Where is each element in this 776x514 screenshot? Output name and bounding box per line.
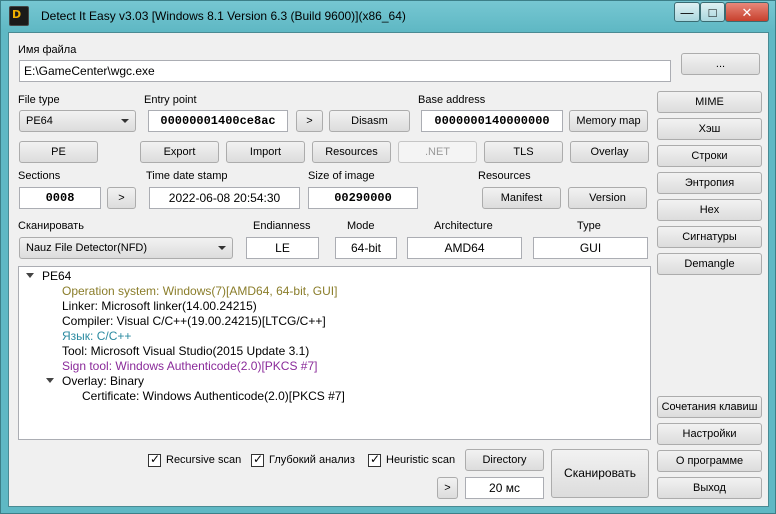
hash-button[interactable]: Хэш — [657, 118, 762, 140]
deep-scan-checkbox[interactable]: ✓ — [251, 452, 264, 467]
scan-engine-value: Nauz File Detector(NFD) — [26, 242, 148, 254]
type-field[interactable]: GUI — [533, 237, 648, 259]
expand-arrow-icon[interactable] — [46, 378, 54, 383]
client-area: Имя файла E:\GameCenter\wgc.exe ... File… — [8, 32, 769, 507]
base-address-field[interactable]: 0000000140000000 — [421, 110, 563, 132]
tree-item-root[interactable]: PE64 — [42, 269, 71, 284]
mode-label: Mode — [347, 220, 375, 232]
scan-time-field: 20 мс — [465, 477, 544, 499]
strings-button[interactable]: Строки — [657, 145, 762, 167]
tree-item-overlay[interactable]: Overlay: Binary — [62, 374, 144, 389]
chevron-down-icon — [121, 119, 129, 123]
endianness-field[interactable]: LE — [246, 237, 319, 259]
demangle-button[interactable]: Demangle — [657, 253, 762, 275]
check-icon: ✓ — [370, 452, 381, 466]
disasm-button[interactable]: Disasm — [329, 110, 410, 132]
entry-point-label: Entry point — [144, 94, 197, 106]
app-icon: D — [9, 6, 29, 26]
tls-button[interactable]: TLS — [484, 141, 563, 163]
scan-button[interactable]: Сканировать — [551, 449, 649, 498]
type-label: Type — [577, 220, 601, 232]
resources-label: Resources — [478, 170, 531, 182]
memory-map-button[interactable]: Memory map — [569, 110, 648, 132]
tree-item-certificate[interactable]: Certificate: Windows Authenticode(2.0)[P… — [82, 389, 345, 404]
tree-item-language[interactable]: Язык: C/C++ — [62, 329, 131, 344]
main-window: D Detect It Easy v3.03 [Windows 8.1 Vers… — [0, 0, 776, 514]
tree-item-compiler[interactable]: Compiler: Visual C/C++(19.00.24215)[LTCG… — [62, 314, 326, 329]
settings-button[interactable]: Настройки — [657, 423, 762, 445]
timestamp-label: Time date stamp — [146, 170, 228, 182]
file-type-value: PE64 — [26, 115, 53, 127]
entropy-button[interactable]: Энтропия — [657, 172, 762, 194]
sections-go-button[interactable]: > — [107, 187, 136, 209]
architecture-field[interactable]: AMD64 — [407, 237, 522, 259]
tree-item-os[interactable]: Operation system: Windows(7)[AMD64, 64-b… — [62, 284, 337, 299]
maximize-button[interactable]: □ — [700, 2, 725, 22]
recursive-scan-checkbox[interactable]: ✓ — [148, 452, 161, 467]
net-button[interactable]: .NET — [398, 141, 477, 163]
entry-point-field[interactable]: 00000001400ce8ac — [148, 110, 288, 132]
close-button[interactable]: ✕ — [725, 2, 769, 22]
resources-button[interactable]: Resources — [312, 141, 391, 163]
entry-point-go-button[interactable]: > — [296, 110, 323, 132]
heuristic-scan-label[interactable]: Heuristic scan — [386, 454, 455, 466]
mode-field[interactable]: 64-bit — [335, 237, 397, 259]
file-name-label: Имя файла — [18, 44, 77, 56]
image-size-label: Size of image — [308, 170, 375, 182]
tree-item-sign-tool[interactable]: Sign tool: Windows Authenticode(2.0)[PKC… — [62, 359, 317, 374]
check-icon: ✓ — [150, 452, 161, 466]
results-tree[interactable]: PE64 Operation system: Windows(7)[AMD64,… — [18, 266, 651, 440]
directory-button[interactable]: Directory — [465, 449, 544, 471]
file-path-input[interactable]: E:\GameCenter\wgc.exe — [19, 60, 671, 82]
signatures-button[interactable]: Сигнатуры — [657, 226, 762, 248]
expand-arrow-icon[interactable] — [26, 273, 34, 278]
chevron-down-icon — [218, 246, 226, 250]
scan-engine-select[interactable]: Nauz File Detector(NFD) — [19, 237, 233, 259]
recursive-scan-label[interactable]: Recursive scan — [166, 454, 241, 466]
check-icon: ✓ — [253, 452, 264, 466]
tree-item-linker[interactable]: Linker: Microsoft linker(14.00.24215) — [62, 299, 257, 314]
version-button[interactable]: Version — [568, 187, 647, 209]
app-icon-letter: D — [12, 8, 22, 21]
tree-item-tool[interactable]: Tool: Microsoft Visual Studio(2015 Updat… — [62, 344, 309, 359]
deep-scan-label[interactable]: Глубокий анализ — [269, 454, 355, 466]
mime-button[interactable]: MIME — [657, 91, 762, 113]
architecture-label: Architecture — [434, 220, 493, 232]
overlay-button[interactable]: Overlay — [570, 141, 649, 163]
shortcuts-button[interactable]: Сочетания клавиш — [657, 396, 762, 418]
file-type-label: File type — [18, 94, 60, 106]
image-size-field[interactable]: 00290000 — [308, 187, 418, 209]
timestamp-field[interactable]: 2022-06-08 20:54:30 — [149, 187, 300, 209]
file-type-select[interactable]: PE64 — [19, 110, 136, 132]
base-address-label: Base address — [418, 94, 486, 106]
pe-button[interactable]: PE — [19, 141, 98, 163]
exit-button[interactable]: Выход — [657, 477, 762, 499]
sections-label: Sections — [18, 170, 61, 182]
hex-button[interactable]: Hex — [657, 199, 762, 221]
scan-go-button[interactable]: > — [437, 477, 458, 499]
import-button[interactable]: Import — [226, 141, 305, 163]
browse-button[interactable]: ... — [681, 53, 760, 75]
title-bar[interactable]: D Detect It Easy v3.03 [Windows 8.1 Vers… — [1, 1, 775, 31]
about-button[interactable]: О программе — [657, 450, 762, 472]
minimize-button[interactable]: — — [674, 2, 700, 22]
manifest-button[interactable]: Manifest — [482, 187, 561, 209]
sections-field[interactable]: 0008 — [19, 187, 101, 209]
scan-label: Сканировать — [18, 220, 84, 232]
endianness-label: Endianness — [253, 220, 311, 232]
export-button[interactable]: Export — [140, 141, 219, 163]
window-title: Detect It Easy v3.03 [Windows 8.1 Versio… — [41, 9, 406, 23]
heuristic-scan-checkbox[interactable]: ✓ — [368, 452, 381, 467]
